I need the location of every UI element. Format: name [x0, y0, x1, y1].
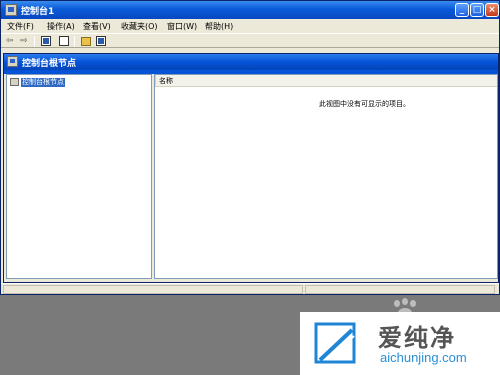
menu-window[interactable]: 窗口(W) — [167, 21, 197, 32]
menu-favorites[interactable]: 收藏夹(O) — [121, 21, 158, 32]
forward-arrow-icon[interactable]: ⇨ — [20, 36, 28, 46]
menu-bar: 文件(F) 操作(A) 查看(V) 收藏夹(O) 窗口(W) 帮助(H) — [1, 19, 499, 33]
column-divider — [155, 75, 156, 87]
window-title: 控制台1 — [21, 7, 55, 17]
console-root-icon — [7, 56, 18, 67]
minimize-button[interactable]: _ — [455, 3, 469, 17]
close-button[interactable]: × — [485, 3, 499, 17]
toolbar: ⇦ ⇨ — [1, 33, 499, 48]
console-root-node-icon — [10, 78, 19, 86]
child-window-title: 控制台根节点 — [22, 59, 77, 69]
console-root-window: 控制台根节点 控制台根节点 名称 此视图中没有可显示的项目。 — [3, 53, 499, 283]
show-hide-tree-icon[interactable] — [41, 36, 51, 46]
aichunjing-logo-icon — [314, 322, 356, 364]
watermark-brand-url: aichunjing.com — [380, 350, 467, 365]
column-header-name[interactable]: 名称 — [155, 75, 497, 87]
watermark-brand-cn: 爱纯净 — [378, 324, 456, 352]
details-list-pane[interactable]: 名称 此视图中没有可显示的项目。 — [154, 74, 498, 279]
menu-file[interactable]: 文件(F) — [7, 21, 34, 32]
menu-help[interactable]: 帮助(H) — [205, 21, 233, 32]
child-title-bar[interactable]: 控制台根节点 — [4, 54, 498, 70]
export-list-icon[interactable] — [59, 36, 69, 46]
toolbar-separator — [34, 36, 35, 47]
console-tree-pane[interactable]: 控制台根节点 — [6, 74, 152, 279]
back-arrow-icon[interactable]: ⇦ — [6, 36, 14, 46]
tree-node-label[interactable]: 控制台根节点 — [21, 77, 65, 87]
site-watermark: 爱纯净 aichunjing.com — [300, 312, 500, 375]
title-bar[interactable]: 控制台1 _ □ × — [1, 1, 499, 19]
toolbar-separator — [74, 36, 75, 47]
status-cell — [305, 285, 495, 294]
menu-view[interactable]: 查看(V) — [83, 21, 111, 32]
status-bar — [1, 283, 499, 294]
mmc-window: 控制台1 _ □ × 文件(F) 操作(A) 查看(V) 收藏夹(O) 窗口(W… — [0, 0, 500, 295]
tree-node-console-root[interactable]: 控制台根节点 — [10, 77, 65, 87]
column-header-label: 名称 — [159, 77, 173, 85]
console-app-icon[interactable] — [5, 4, 17, 16]
properties-icon[interactable] — [81, 37, 91, 46]
maximize-button[interactable]: □ — [470, 3, 484, 17]
menu-action[interactable]: 操作(A) — [47, 21, 75, 32]
help-topic-icon[interactable] — [96, 36, 106, 46]
status-cell — [3, 285, 303, 294]
empty-view-message: 此视图中没有可显示的项目。 — [319, 100, 410, 108]
